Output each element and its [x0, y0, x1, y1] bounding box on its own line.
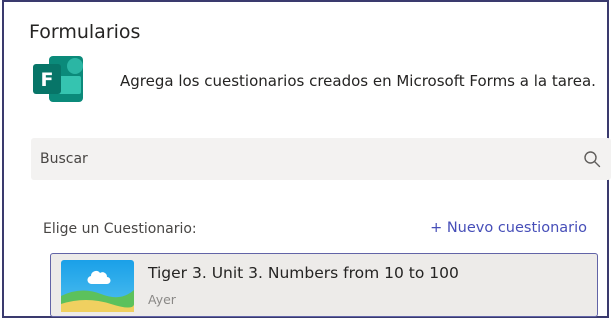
intro-text: Agrega los cuestionarios creados en Micr…	[120, 72, 596, 90]
quiz-list-item[interactable]: Tiger 3. Unit 3. Numbers from 10 to 100 …	[50, 253, 598, 317]
choose-quiz-label: Elige un Cuestionario:	[43, 221, 197, 237]
quiz-date: Ayer	[148, 292, 176, 307]
microsoft-forms-logo-icon: F	[33, 56, 83, 102]
panel-title: Formularios	[29, 21, 141, 43]
search-box[interactable]	[31, 138, 611, 180]
forms-panel: Formularios F Agrega los cuestionarios c…	[2, 0, 611, 318]
quiz-title: Tiger 3. Unit 3. Numbers from 10 to 100	[148, 264, 459, 282]
cloud-landscape-icon	[61, 260, 134, 312]
search-input[interactable]	[40, 138, 560, 180]
svg-text:F: F	[41, 69, 54, 91]
new-quiz-link[interactable]: + Nuevo cuestionario	[430, 220, 587, 236]
search-icon[interactable]	[583, 150, 601, 168]
